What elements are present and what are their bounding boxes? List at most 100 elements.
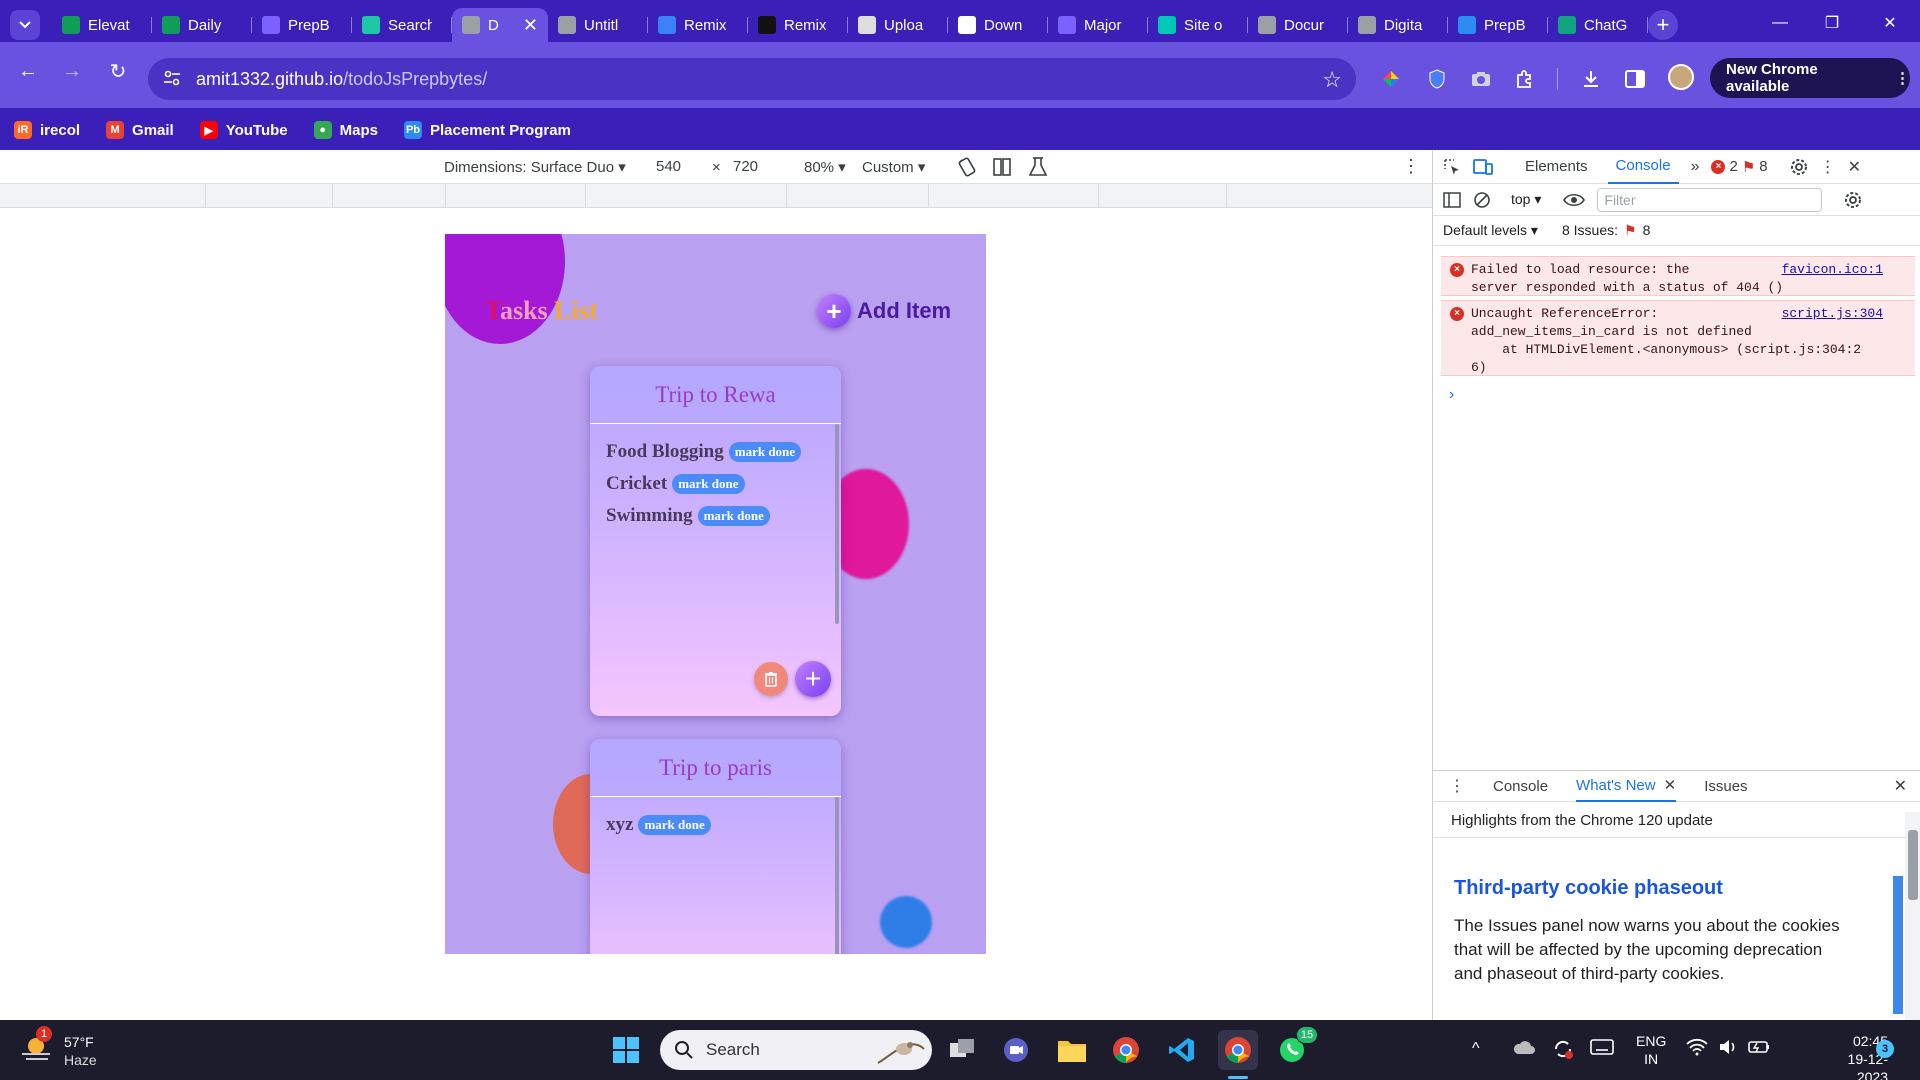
restore-button[interactable]: ❐ [1802, 8, 1862, 38]
device-toolbar-more-icon[interactable]: ⋮ [1402, 156, 1420, 177]
back-button[interactable]: ← [14, 57, 42, 85]
whatsapp-app[interactable]: 15 [1272, 1026, 1318, 1070]
close-devtools-icon[interactable]: ✕ [1848, 157, 1861, 177]
side-panel-icon[interactable] [1622, 66, 1648, 92]
mark-done-button[interactable]: mark done [638, 815, 711, 835]
mark-done-button[interactable]: mark done [672, 474, 745, 494]
extensions-puzzle-icon[interactable] [1512, 66, 1538, 92]
new-chrome-available-button[interactable]: New Chrome available ⋮ [1710, 58, 1910, 98]
bookmark-item[interactable]: ● Maps [313, 121, 378, 139]
zoom-select[interactable]: 80% ▾ [804, 158, 846, 176]
bookmark-star-icon[interactable]: ☆ [1322, 67, 1342, 93]
close-drawer-icon[interactable]: ✕ [1894, 776, 1907, 796]
camera-extension-icon[interactable] [1468, 66, 1494, 92]
error-counter[interactable]: × 2 ⚑ 8 [1711, 158, 1768, 176]
console-filter-input[interactable]: Filter [1597, 187, 1823, 212]
new-tab-button[interactable]: + [1648, 10, 1678, 40]
scrollbar-thumb[interactable] [1908, 830, 1918, 900]
article-title[interactable]: Third-party cookie phaseout [1454, 877, 1723, 900]
devtools-more-icon[interactable]: ⋮ [1820, 157, 1836, 177]
task-view-button[interactable] [942, 1030, 982, 1070]
address-bar[interactable]: amit1332.github.io/todoJsPrepbytes/ ☆ [148, 58, 1356, 100]
device-select[interactable]: Dimensions: Surface Duo ▾ [444, 158, 626, 176]
drawer-more-icon[interactable]: ⋮ [1449, 776, 1465, 796]
console-settings-icon[interactable] [1844, 191, 1862, 209]
drawer-tab-console[interactable]: Console [1493, 778, 1548, 795]
console-prompt[interactable]: › [1449, 386, 1454, 404]
log-levels-select[interactable]: Default levels ▾ [1443, 222, 1538, 239]
minimize-button[interactable]: — [1750, 8, 1810, 38]
browser-tab[interactable]: PrepB [1448, 8, 1548, 42]
shield-extension-icon[interactable] [1424, 66, 1450, 92]
viewport-width-input[interactable]: 540 [656, 158, 681, 175]
bookmark-item[interactable]: Pb Placement Program [404, 121, 571, 139]
context-select[interactable]: top ▾ [1511, 191, 1541, 208]
language-indicator[interactable]: ENG IN [1636, 1032, 1666, 1068]
meet-app[interactable] [996, 1030, 1036, 1070]
file-explorer-app[interactable] [1052, 1030, 1092, 1070]
card-scrollbar[interactable] [835, 424, 839, 624]
forward-button[interactable]: → [58, 57, 86, 85]
device-toggle-icon[interactable] [1473, 158, 1493, 176]
browser-tab[interactable]: Docur [1248, 8, 1348, 42]
add-item-button[interactable]: + Add Item [817, 294, 951, 328]
browser-tab[interactable]: Digita [1348, 8, 1448, 42]
browser-tab[interactable]: Remix [748, 8, 848, 42]
clear-console-icon[interactable] [1473, 191, 1491, 209]
chrome-app[interactable] [1106, 1030, 1146, 1070]
keyboard-tray-icon[interactable] [1590, 1038, 1614, 1056]
tab-console[interactable]: Console [1607, 150, 1679, 184]
sync-tray-icon[interactable] [1552, 1038, 1574, 1060]
weather-widget[interactable]: 1 57°F Haze [20, 1026, 97, 1068]
card-scrollbar[interactable] [835, 797, 839, 954]
console-source-link[interactable]: script.js:304 [1782, 305, 1883, 323]
close-icon[interactable]: ✕ [1664, 776, 1677, 794]
start-button[interactable] [606, 1030, 646, 1070]
bookmark-item[interactable]: iR irecol [14, 121, 80, 139]
browser-tab[interactable]: Elevat [52, 8, 152, 42]
drawer-tab-whats-new[interactable]: What's New ✕ [1576, 770, 1677, 802]
settings-gear-icon[interactable] [1790, 158, 1808, 176]
mark-done-button[interactable]: mark done [697, 506, 770, 526]
reload-button[interactable]: ↻ [104, 57, 132, 85]
throttle-select[interactable]: Custom ▾ [862, 158, 925, 176]
site-settings-icon[interactable] [162, 68, 182, 88]
sidebar-toggle-icon[interactable] [1443, 191, 1461, 208]
profile-avatar[interactable] [1668, 64, 1694, 90]
tab-elements[interactable]: Elements [1517, 150, 1596, 184]
mark-done-button[interactable]: mark done [728, 442, 802, 462]
issues-link[interactable]: 8 Issues: ⚑ 8 [1562, 222, 1650, 239]
browser-tab[interactable]: Down [948, 8, 1048, 42]
vscode-app[interactable] [1162, 1030, 1202, 1070]
browser-tab[interactable]: Major [1048, 8, 1148, 42]
browser-tab[interactable]: Site o [1148, 8, 1248, 42]
tab-search-button[interactable] [10, 10, 40, 40]
bookmark-item[interactable]: ▶ YouTube [199, 121, 288, 139]
system-tray-status[interactable] [1686, 1038, 1770, 1056]
taskbar-search[interactable]: Search [660, 1030, 932, 1070]
viewport-height-input[interactable]: 720 [733, 158, 758, 175]
browser-tab[interactable]: Untitl [548, 8, 648, 42]
chrome-app-active[interactable] [1218, 1030, 1258, 1070]
browser-tab[interactable]: PrepB [252, 8, 352, 42]
inspect-element-icon[interactable] [1443, 158, 1461, 176]
live-expression-eye-icon[interactable] [1563, 193, 1586, 207]
extension-colorful-icon[interactable] [1378, 66, 1404, 92]
clock[interactable]: 02:45 19-12-2023 [1818, 1032, 1888, 1080]
bookmark-item[interactable]: M Gmail [106, 121, 174, 139]
browser-tab[interactable]: Search [352, 8, 452, 42]
cloud-tray-icon[interactable] [1512, 1038, 1536, 1056]
notification-badge[interactable]: 3 [1876, 1040, 1894, 1058]
drawer-scrollbar[interactable] [1905, 812, 1920, 1020]
rotate-icon[interactable] [956, 156, 978, 178]
browser-tab[interactable]: ChatG [1548, 8, 1648, 42]
more-tabs-icon[interactable]: » [1691, 158, 1700, 176]
more-vert-icon[interactable]: ⋮ [1895, 69, 1910, 87]
close-window-button[interactable]: ✕ [1860, 8, 1920, 38]
console-source-link[interactable]: favicon.ico:1 [1782, 261, 1883, 279]
dual-screen-icon[interactable] [992, 156, 1012, 178]
add-task-button[interactable]: + [795, 661, 831, 697]
browser-tab[interactable]: Uploa [848, 8, 948, 42]
experiment-flask-icon[interactable] [1028, 156, 1048, 178]
drawer-tab-issues[interactable]: Issues [1704, 778, 1747, 795]
